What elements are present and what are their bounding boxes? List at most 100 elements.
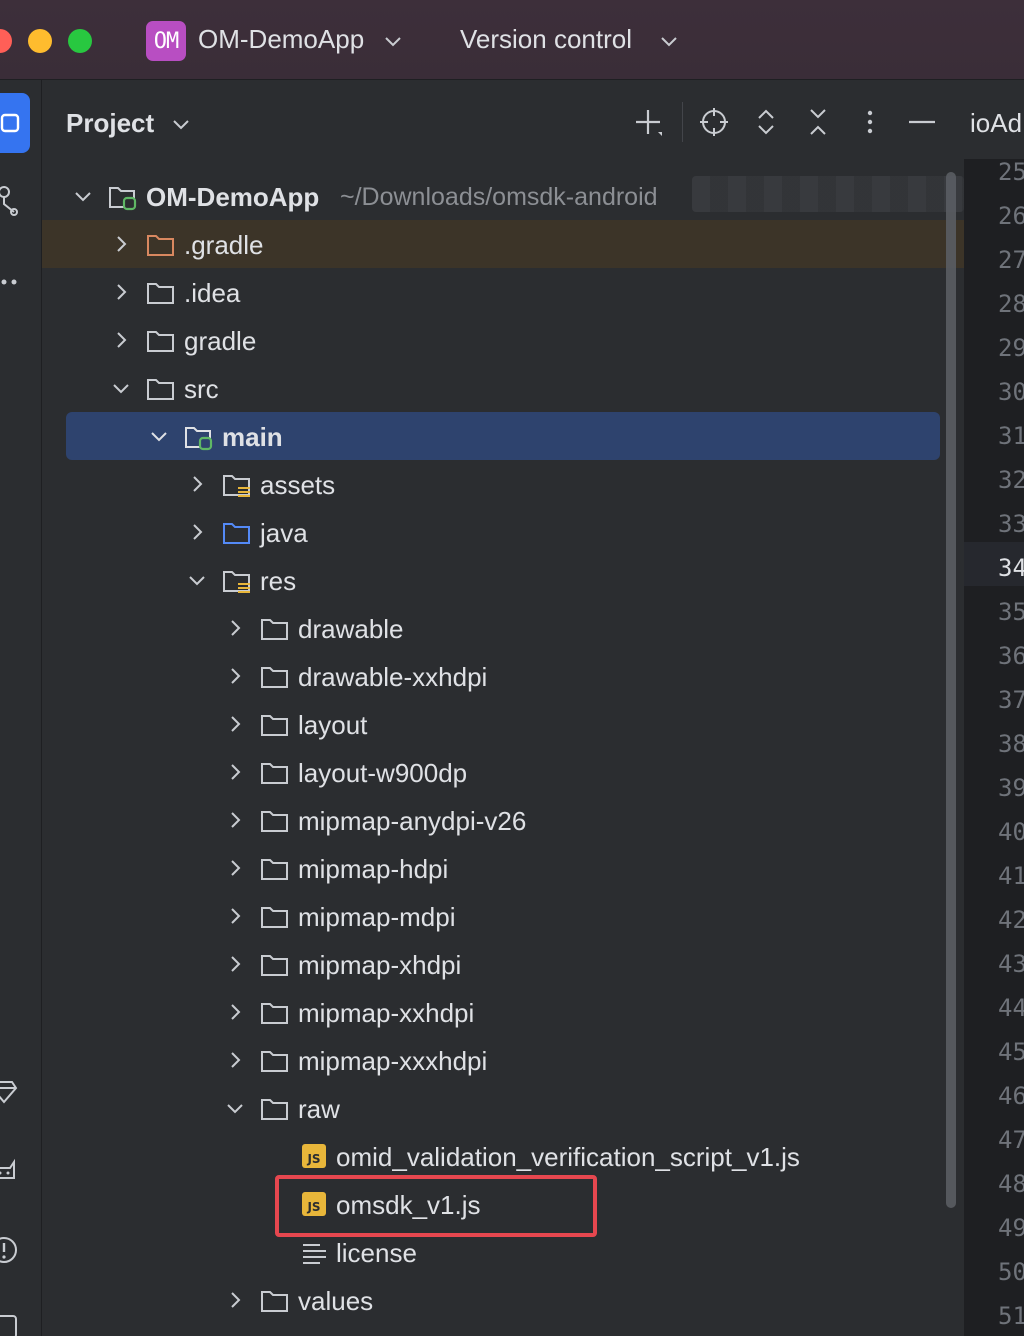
tree-item-label: mipmap-mdpi [298, 902, 456, 932]
chevron-right-icon[interactable] [224, 761, 246, 783]
chevron-right-icon[interactable] [224, 905, 246, 927]
tree-item-mipmap-xxhdpi[interactable]: mipmap-xxhdpi [42, 988, 940, 1036]
folder-icon [0, 113, 20, 133]
chevron-down-icon[interactable] [148, 425, 170, 447]
line-number: 37 [998, 686, 1024, 714]
tree-item-label: omid_validation_verification_script_v1.j… [336, 1142, 800, 1172]
gem-icon[interactable] [0, 1070, 22, 1106]
line-number: 49 [998, 1214, 1024, 1242]
chevron-right-icon[interactable] [224, 713, 246, 735]
tree-item-label: java [260, 518, 308, 548]
chevron-down-icon[interactable] [224, 1097, 246, 1119]
folder-icon [261, 1003, 288, 1024]
more-icon[interactable] [852, 104, 888, 140]
commit-icon[interactable] [0, 182, 22, 218]
line-number: 33 [998, 510, 1024, 538]
folder-icon [261, 955, 288, 976]
tree-item-label: .idea [184, 278, 241, 308]
line-number: 42 [998, 906, 1024, 934]
cat-icon[interactable] [0, 1152, 22, 1188]
chevron-right-icon[interactable] [224, 665, 246, 687]
tree-item-java[interactable]: java [42, 508, 940, 556]
chevron-right-icon[interactable] [186, 473, 208, 495]
hide-icon[interactable] [904, 104, 940, 140]
chevron-right-icon[interactable] [110, 233, 132, 255]
terminal-icon[interactable] [0, 1308, 22, 1336]
tree-item-src[interactable]: src [42, 364, 940, 412]
line-number: 45 [998, 1038, 1024, 1066]
tree-item-layout[interactable]: layout [42, 700, 940, 748]
folder-icon [261, 1099, 288, 1120]
editor-tab[interactable]: ioAdI [964, 80, 1024, 160]
text-file-icon [303, 1244, 326, 1264]
problems-icon[interactable] [0, 1232, 22, 1268]
project-tool-button[interactable] [0, 93, 30, 153]
vertical-scrollbar[interactable] [946, 172, 956, 1208]
project-panel-header: Project [42, 80, 964, 168]
folder-icon [147, 283, 174, 304]
line-number: 31 [998, 422, 1024, 450]
minimize-window-button[interactable] [28, 29, 52, 53]
chevron-right-icon[interactable] [110, 281, 132, 303]
tree-root[interactable]: OM-DemoApp ~/Downloads/omsdk-android [42, 172, 964, 220]
tree-item-raw[interactable]: raw [42, 1084, 940, 1132]
tree-item-mipmap-xxxhdpi[interactable]: mipmap-xxxhdpi [42, 1036, 940, 1084]
chevron-right-icon[interactable] [186, 521, 208, 543]
current-line-number: 34 [998, 554, 1024, 582]
tree-item-gradle[interactable]: gradle [42, 316, 940, 364]
title-bar: OM OM-DemoApp Version control [0, 0, 1024, 80]
tree-item-label: drawable-xxhdpi [298, 662, 488, 692]
expand-all-icon[interactable] [748, 104, 784, 140]
folder-icon [147, 331, 174, 352]
collapse-all-icon[interactable] [800, 104, 836, 140]
chevron-down-icon[interactable] [382, 30, 404, 52]
locate-icon[interactable] [696, 104, 732, 140]
chevron-down-icon[interactable] [186, 569, 208, 591]
line-number: 44 [998, 994, 1024, 1022]
tree-item-main[interactable]: main [42, 412, 940, 460]
tree-item-omid-validation-script[interactable]: JS omid_validation_verification_script_v… [42, 1132, 940, 1180]
folder-icon [261, 1291, 288, 1312]
line-number: 41 [998, 862, 1024, 890]
tree-item-drawable[interactable]: drawable [42, 604, 940, 652]
tree-item-mipmap-xhdpi[interactable]: mipmap-xhdpi [42, 940, 940, 988]
add-icon[interactable] [630, 104, 666, 140]
line-number: 35 [998, 598, 1024, 626]
tree-item-mipmap-mdpi[interactable]: mipmap-mdpi [42, 892, 940, 940]
more-tools-icon[interactable] [0, 264, 22, 300]
folder-icon [261, 619, 288, 640]
tree-item-layout-w900dp[interactable]: layout-w900dp [42, 748, 940, 796]
chevron-down-icon[interactable] [658, 30, 680, 52]
chevron-right-icon[interactable] [110, 329, 132, 351]
project-badge[interactable]: OM [146, 21, 186, 61]
version-control-menu[interactable]: Version control [460, 24, 632, 55]
tree-item-gradle-dir[interactable]: .gradle [42, 220, 964, 268]
panel-title[interactable]: Project [66, 108, 154, 139]
close-window-button[interactable] [0, 29, 12, 53]
tree-item-assets[interactable]: assets [42, 460, 940, 508]
tree-item-idea[interactable]: .idea [42, 268, 940, 316]
line-number: 28 [998, 290, 1024, 318]
chevron-right-icon[interactable] [224, 1001, 246, 1023]
tree-item-values[interactable]: values [42, 1276, 940, 1324]
chevron-right-icon[interactable] [224, 1049, 246, 1071]
folder-icon [147, 379, 174, 400]
chevron-right-icon[interactable] [224, 1289, 246, 1311]
tree-item-mipmap-anydpi-v26[interactable]: mipmap-anydpi-v26 [42, 796, 940, 844]
resource-folder-icon [223, 571, 250, 593]
project-switcher[interactable]: OM-DemoApp [198, 24, 364, 55]
chevron-down-icon[interactable] [72, 185, 94, 207]
tree-item-mipmap-hdpi[interactable]: mipmap-hdpi [42, 844, 940, 892]
tree-item-label: values [298, 1286, 374, 1316]
chevron-down-icon[interactable] [110, 377, 132, 399]
chevron-right-icon[interactable] [224, 857, 246, 879]
zoom-window-button[interactable] [68, 29, 92, 53]
chevron-right-icon[interactable] [224, 617, 246, 639]
tree-item-res[interactable]: res [42, 556, 940, 604]
folder-icon [261, 907, 288, 928]
tree-item-drawable-xxhdpi[interactable]: drawable-xxhdpi [42, 652, 940, 700]
chevron-right-icon[interactable] [224, 953, 246, 975]
chevron-down-icon[interactable] [170, 113, 192, 135]
line-number: 36 [998, 642, 1024, 670]
chevron-right-icon[interactable] [224, 809, 246, 831]
